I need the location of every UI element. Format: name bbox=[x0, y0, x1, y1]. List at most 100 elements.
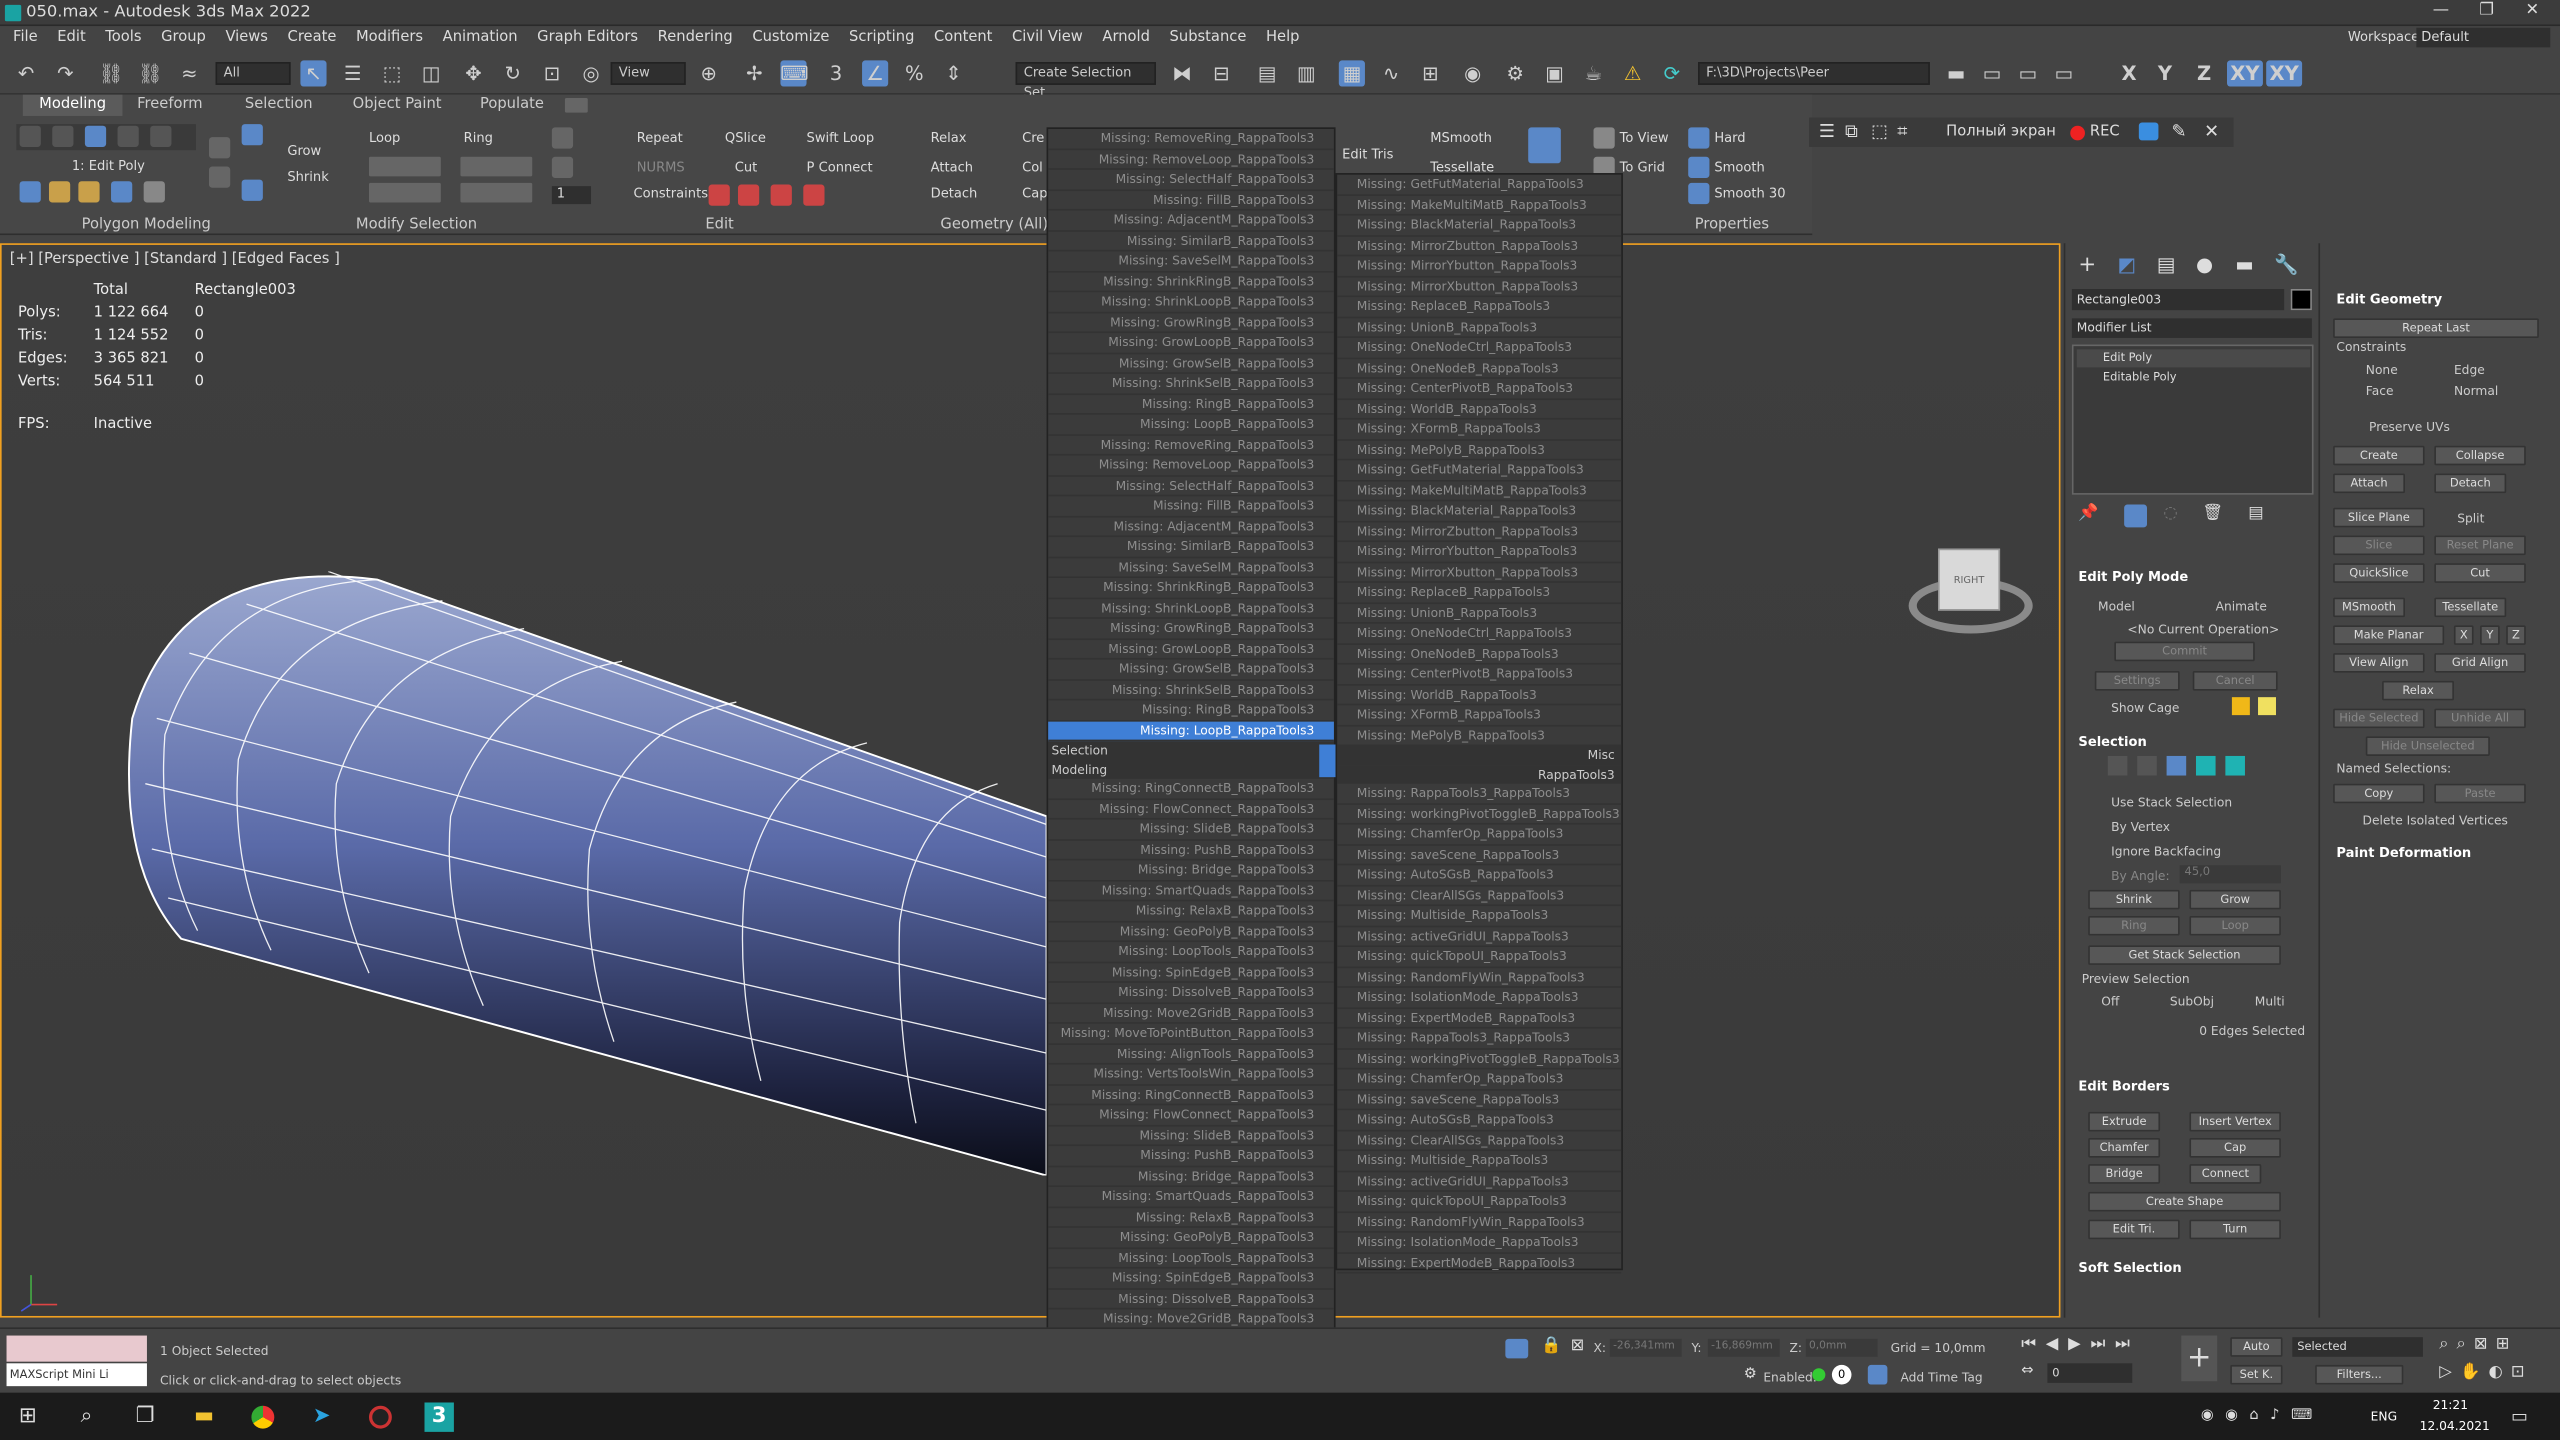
quad-menu-item[interactable]: Missing: AutoSGsB_RappaTools3 bbox=[1337, 865, 1622, 886]
loop-shift-buttons[interactable] bbox=[368, 156, 441, 177]
selection-set-dropdown[interactable]: Create Selection Set bbox=[1015, 62, 1156, 100]
planar-x-button[interactable]: X bbox=[2453, 625, 2474, 645]
key-mode-icon[interactable]: ⇔ bbox=[2021, 1363, 2033, 1379]
by-angle-checkbox[interactable]: By Angle: bbox=[2111, 869, 2170, 884]
language-indicator[interactable]: ENG bbox=[2371, 1409, 2397, 1424]
viewport-label[interactable]: [+] [Perspective ] [Standard ] [Edged Fa… bbox=[10, 251, 340, 267]
edge-level-icon[interactable] bbox=[2137, 755, 2157, 776]
preview-subobj-radio[interactable]: SubObj bbox=[2170, 994, 2214, 1009]
axis-xy-button[interactable]: XY bbox=[2227, 60, 2263, 87]
p-connect-button[interactable]: P Connect bbox=[807, 157, 873, 180]
menu-tools[interactable]: Tools bbox=[96, 26, 152, 50]
pen-icon[interactable]: ✎ bbox=[2171, 121, 2186, 142]
snap-icon[interactable]: 3 bbox=[823, 60, 849, 86]
insert-vertex-button[interactable]: Insert Vertex bbox=[2189, 1111, 2281, 1132]
close-button[interactable]: ✕ bbox=[2511, 2, 2553, 25]
to-grid-button[interactable]: To Grid bbox=[1620, 157, 1665, 180]
quad-menu-item[interactable]: Missing: ReplaceB_RappaTools3 bbox=[1337, 297, 1622, 318]
menu-create[interactable]: Create bbox=[278, 26, 346, 50]
maxscript-listener[interactable] bbox=[6, 1335, 147, 1362]
model-radio[interactable]: Model bbox=[2098, 599, 2135, 614]
polygon-level-icon[interactable] bbox=[2195, 755, 2216, 776]
time-tag-icon[interactable] bbox=[1867, 1364, 1888, 1385]
link-icon[interactable]: ⛓ bbox=[98, 60, 124, 86]
remove-modifier-icon[interactable]: 🗑 bbox=[2203, 505, 2224, 523]
to-view-button[interactable]: To View bbox=[1620, 127, 1669, 150]
quad-menu-item[interactable]: Missing: XFormB_RappaTools3 bbox=[1337, 420, 1622, 441]
y-coordinate-field[interactable]: -16,869mm bbox=[1707, 1338, 1780, 1357]
quad-menu-item[interactable]: Missing: GrowSelB_RappaTools3 bbox=[1048, 660, 1334, 681]
perspective-viewport[interactable]: [+] [Perspective ] [Standard ] [Edged Fa… bbox=[0, 243, 2061, 1318]
quad-menu-item[interactable]: Missing: GetFutMaterial_RappaTools3 bbox=[1337, 460, 1622, 481]
constraint-normal-icon[interactable] bbox=[803, 184, 825, 206]
soft-selection-heading[interactable]: Soft Selection bbox=[2078, 1260, 2181, 1275]
scene-explorer-icon[interactable]: ▤ bbox=[1254, 60, 1280, 86]
pin-stack-icon[interactable]: 📌 bbox=[2078, 505, 2098, 523]
scale-icon[interactable]: ⊡ bbox=[539, 60, 565, 86]
quad-menu-item[interactable]: Missing: ShrinkLoopB_RappaTools3 bbox=[1048, 598, 1334, 619]
qslice-button[interactable]: QSlice bbox=[725, 127, 766, 150]
edit-borders-heading[interactable]: Edit Borders bbox=[2078, 1079, 2169, 1094]
smooth30-button[interactable]: Smooth 30 bbox=[1714, 183, 1785, 206]
collapse-button[interactable]: Col bbox=[1022, 157, 1043, 180]
selection-heading[interactable]: Selection bbox=[2078, 735, 2146, 750]
quad-menu-item[interactable]: Missing: Multiside_RappaTools3 bbox=[1337, 1151, 1622, 1172]
extrude-button[interactable]: Extrude bbox=[2088, 1111, 2161, 1132]
quad-menu-item[interactable]: Missing: UnionB_RappaTools3 bbox=[1337, 603, 1622, 624]
hierarchy-tab-icon[interactable]: ▤ bbox=[2157, 253, 2176, 276]
cage-selected-swatch[interactable] bbox=[2258, 697, 2276, 716]
polygon-modeling-section[interactable]: Polygon Modeling bbox=[82, 217, 211, 233]
create-button[interactable]: Create bbox=[2333, 445, 2425, 466]
quad-menu-item[interactable]: Missing: ExpertModeB_RappaTools3 bbox=[1337, 1008, 1622, 1029]
menu-icon[interactable]: ☰ bbox=[1819, 121, 1835, 142]
task-view-icon[interactable]: ❐ bbox=[131, 1402, 160, 1431]
quad-menu-item[interactable]: Missing: BlackMaterial_RappaTools3 bbox=[1337, 216, 1622, 236]
to-view-icon[interactable] bbox=[1593, 127, 1615, 149]
angle-snap-icon[interactable]: ∠ bbox=[862, 60, 889, 87]
enabled-counter[interactable]: 0 bbox=[1831, 1364, 1852, 1385]
ring-loop-icon[interactable] bbox=[241, 124, 263, 146]
grid-align-button[interactable]: Grid Align bbox=[2434, 653, 2526, 673]
constraint-edge-radio[interactable]: Edge bbox=[2454, 362, 2485, 377]
unlink-icon[interactable]: ⛓ bbox=[137, 60, 163, 86]
curve-editor-icon[interactable]: ∿ bbox=[1378, 60, 1404, 86]
undo-icon[interactable]: ↶ bbox=[13, 60, 39, 86]
edge-icon[interactable] bbox=[52, 125, 74, 147]
chamfer-button[interactable]: Chamfer bbox=[2088, 1137, 2161, 1158]
search-icon[interactable]: ⌕ bbox=[72, 1402, 101, 1431]
quad-menu-item[interactable]: Missing: VertsToolsWin_RappaTools3 bbox=[1048, 1065, 1334, 1085]
by-vertex-checkbox[interactable]: By Vertex bbox=[2111, 820, 2170, 835]
quad-menu-item[interactable]: Missing: MakeMultiMatB_RappaTools3 bbox=[1337, 481, 1622, 502]
modifier-list-dropdown[interactable]: Modifier List bbox=[2071, 318, 2312, 338]
smooth-icon[interactable] bbox=[1688, 156, 1710, 178]
reference-coord-dropdown[interactable]: View bbox=[610, 62, 686, 85]
maximize-button[interactable]: ❐ bbox=[2465, 2, 2507, 25]
maxscript-mini-listener[interactable]: MAXScript Mini Li bbox=[6, 1363, 147, 1387]
edit-geometry-heading[interactable]: Edit Geometry bbox=[2336, 292, 2442, 307]
bridge-button[interactable]: Bridge bbox=[2088, 1164, 2161, 1184]
tab-modeling[interactable]: Modeling bbox=[22, 94, 123, 116]
bind-spacewarp-icon[interactable]: ≈ bbox=[176, 60, 202, 86]
object-color-swatch[interactable] bbox=[2290, 288, 2312, 311]
menu-modifiers[interactable]: Modifiers bbox=[346, 26, 433, 50]
ring-button[interactable]: Ring bbox=[2088, 915, 2180, 936]
windows-icon[interactable]: ⧉ bbox=[1845, 121, 1858, 144]
set-key-icon[interactable]: + bbox=[2181, 1335, 2218, 1382]
quad-menu-item[interactable]: Missing: MirrorZbutton_RappaTools3 bbox=[1337, 522, 1622, 543]
cut-button[interactable]: Cut bbox=[735, 157, 758, 180]
save-folder-icon[interactable]: ▭ bbox=[2015, 60, 2041, 86]
menu-edit[interactable]: Edit bbox=[47, 26, 95, 50]
repeat-last-button[interactable]: Repeat Last bbox=[2333, 318, 2539, 338]
quad-menu-item[interactable]: Missing: OneNodeCtrl_RappaTools3 bbox=[1337, 338, 1622, 359]
quad-menu-item[interactable]: Missing: SpinEdgeB_RappaTools3 bbox=[1048, 1269, 1334, 1290]
menu-views[interactable]: Views bbox=[216, 26, 278, 50]
quad-menu-item[interactable]: Missing: GeoPolyB_RappaTools3 bbox=[1048, 1228, 1334, 1249]
border-level-icon[interactable] bbox=[2166, 755, 2187, 776]
modify-selection-section[interactable]: Modify Selection bbox=[356, 217, 477, 233]
commit-button[interactable]: Commit bbox=[2114, 641, 2255, 662]
crop-icon[interactable]: ⌗ bbox=[1897, 121, 1907, 144]
make-planar-button[interactable]: Make Planar bbox=[2333, 625, 2445, 645]
quad-menu-item[interactable]: Missing: RemoveLoop_RappaTools3 bbox=[1048, 456, 1334, 476]
fullscreen-label[interactable]: Полный экран bbox=[1946, 124, 2056, 140]
detach-button[interactable]: Detach bbox=[931, 183, 978, 206]
